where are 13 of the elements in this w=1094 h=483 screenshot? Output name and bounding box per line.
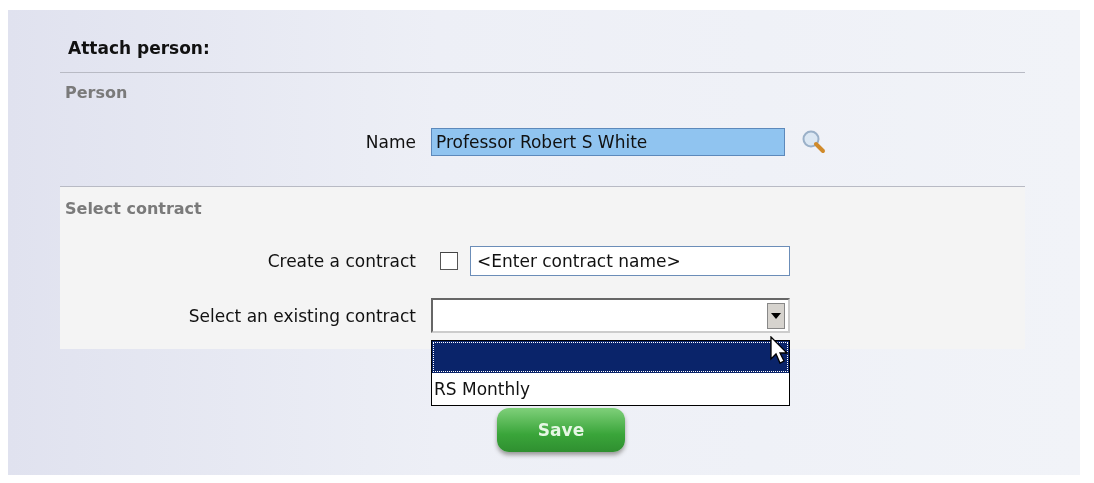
- checkbox[interactable]: [440, 252, 458, 270]
- section-heading: Person: [65, 83, 128, 102]
- name-field[interactable]: Professor Robert S White: [431, 128, 785, 156]
- contract-select[interactable]: [431, 298, 790, 333]
- field-label: Select an existing contract: [188, 305, 416, 326]
- search-icon[interactable]: [801, 129, 827, 155]
- dropdown-option[interactable]: [432, 341, 789, 373]
- field-label: Name: [365, 132, 416, 152]
- dropdown-option[interactable]: RS Monthly: [432, 373, 789, 405]
- contract-name-field[interactable]: <Enter contract name>: [470, 246, 790, 276]
- field-label: Create a contract: [267, 251, 416, 271]
- form-title: Attach person:: [67, 38, 210, 60]
- section-heading: Select contract: [65, 199, 202, 218]
